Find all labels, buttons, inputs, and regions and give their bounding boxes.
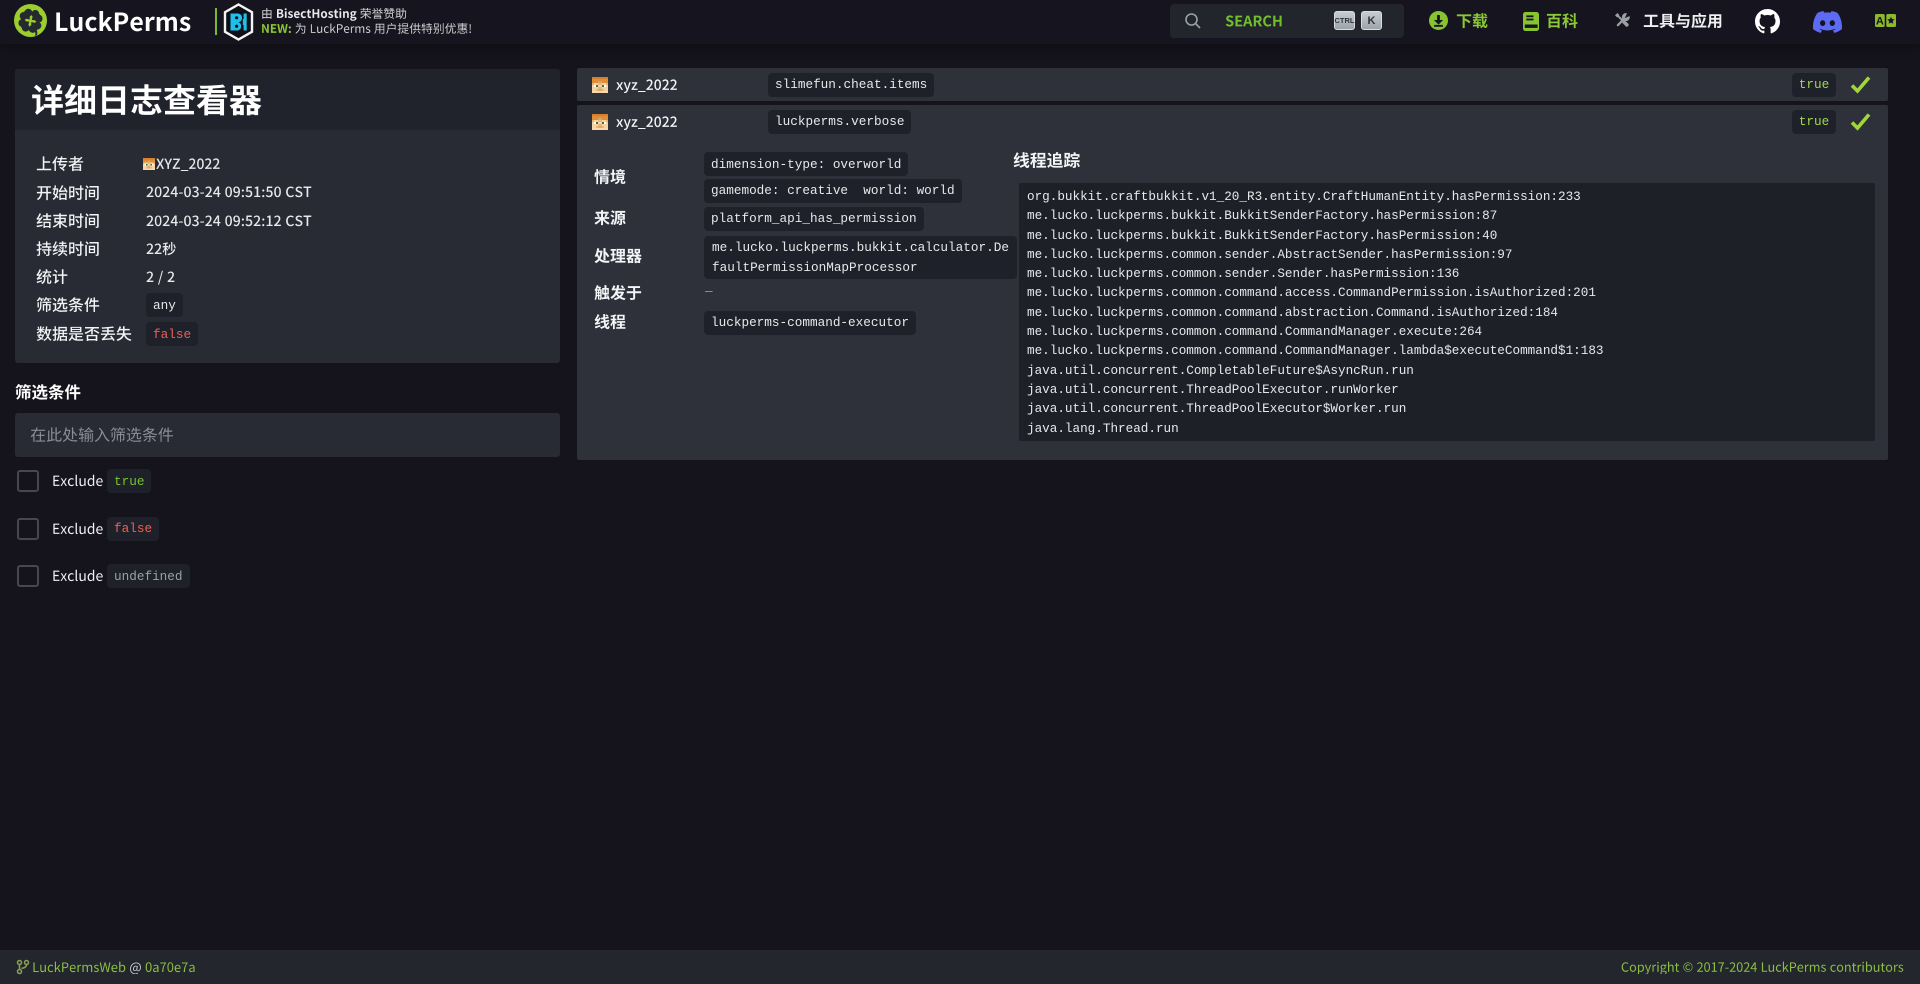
svg-text:A: A bbox=[1876, 15, 1884, 27]
